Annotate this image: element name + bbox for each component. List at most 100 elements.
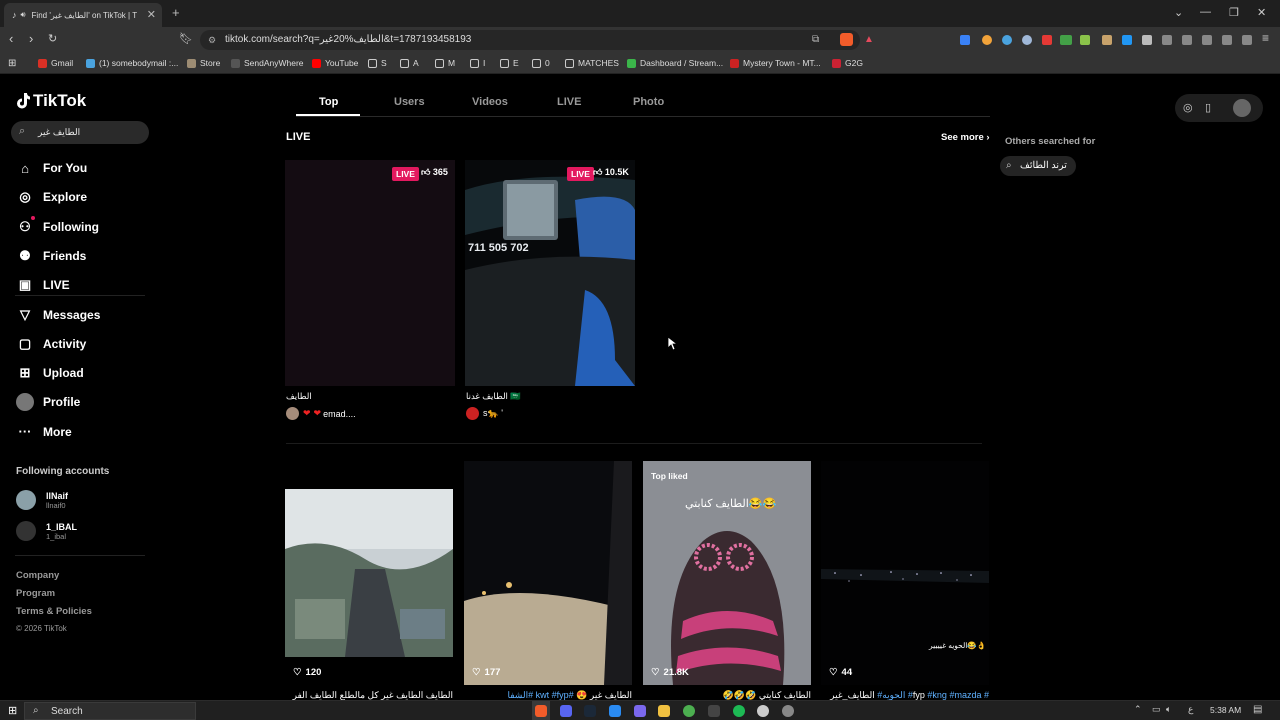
app-taskbar-icon[interactable] xyxy=(708,705,720,717)
bookmarks-bar: ⊞ Gmail (1) somebodymail :... Store SendAny… xyxy=(0,52,1280,74)
bookmark-item[interactable]: Mystery Town - MT... xyxy=(730,58,821,68)
nav-item-messages[interactable]: ▽ Messages xyxy=(16,306,100,324)
brave-taskbar-icon[interactable] xyxy=(535,705,547,717)
video-card-4[interactable]: الحويه غيييير😂👌 xyxy=(821,461,989,685)
app-taskbar-icon[interactable] xyxy=(757,705,769,717)
file-explorer-taskbar-icon[interactable] xyxy=(658,705,670,717)
messenger-taskbar-icon[interactable] xyxy=(609,705,621,717)
app-taskbar-icon[interactable] xyxy=(782,705,794,717)
following-account[interactable]: llNaif llnaif0 xyxy=(16,490,68,510)
bookmark-item[interactable]: G2G xyxy=(832,58,863,68)
video-card-2[interactable] xyxy=(464,461,632,685)
video-card-1[interactable] xyxy=(285,489,453,657)
live-user-2[interactable]: s🐆 ' xyxy=(466,407,503,420)
browser-tab[interactable]: ♪ 🔊︎ Find 'الطايف غير' on TikTok | T ✕ xyxy=(4,3,162,27)
footer-link[interactable]: Company xyxy=(16,570,59,581)
live-username: s🐆 ' xyxy=(483,408,503,418)
notification-icon[interactable]: ▤ xyxy=(1253,704,1262,715)
windows-start-icon[interactable]: ⊞ xyxy=(8,704,17,717)
heart-outline-icon: ♡ xyxy=(829,667,838,678)
live-user-1[interactable]: ❤ ❤ emad.... xyxy=(286,407,356,420)
nav-item-live[interactable]: ▣ LIVE xyxy=(16,276,70,294)
nav-item-friends[interactable]: ⚉ Friends xyxy=(16,247,86,265)
tab-videos[interactable]: Videos xyxy=(472,96,508,108)
nav-item-profile[interactable]: Profile xyxy=(16,393,80,412)
bookmark-item[interactable]: MATCHES xyxy=(565,58,619,68)
compass-icon[interactable]: ◎ xyxy=(1183,101,1193,114)
bookmark-item[interactable]: M xyxy=(435,58,455,68)
bookmark-icon[interactable]: 🔖︎ xyxy=(179,32,193,45)
others-searched-chip[interactable]: ⌕ ترند الطائف xyxy=(1000,156,1076,176)
close-window-button[interactable]: ✕ xyxy=(1257,6,1266,19)
bookmark-label: A xyxy=(413,58,419,68)
following-account[interactable]: 1_IBAL 1_ibal xyxy=(16,521,77,541)
bookmark-favicon-icon xyxy=(38,58,47,68)
search-input[interactable]: الطايف غير xyxy=(38,127,80,138)
close-tab-icon[interactable]: ✕ xyxy=(147,8,156,21)
user-avatar[interactable] xyxy=(1233,99,1251,117)
bookmark-item[interactable]: A xyxy=(400,58,419,68)
network-icon[interactable]: ▭ xyxy=(1152,704,1161,715)
steam-taskbar-icon[interactable] xyxy=(584,705,596,717)
url-bar[interactable]: ⚙︎ tiktok.com/search?q=الطايف%20غير&t=17… xyxy=(200,30,874,50)
input-language[interactable]: ع xyxy=(1188,704,1193,715)
site-info-icon[interactable]: ⚙︎ xyxy=(208,30,216,50)
brave-rewards-icon[interactable]: ▲ xyxy=(864,30,874,50)
chrome-taskbar-icon[interactable] xyxy=(683,705,695,717)
heart-icon: ❤ xyxy=(303,408,311,418)
volume-icon[interactable]: 🔈︎ xyxy=(1166,704,1171,715)
app-taskbar-icon[interactable] xyxy=(634,705,646,717)
live-card-1[interactable]: LIVE 👍︎ 365 xyxy=(285,160,455,386)
reload-icon[interactable]: ↻ xyxy=(48,32,57,45)
extension-icons[interactable] xyxy=(960,34,1260,48)
tab-search-icon[interactable]: ⌄ xyxy=(1174,6,1183,19)
bookmark-item[interactable]: Dashboard / Stream... xyxy=(627,58,723,68)
nav-item-more[interactable]: ··· More xyxy=(16,423,72,441)
new-tab-button[interactable]: + xyxy=(172,5,180,20)
bookmark-item[interactable]: S xyxy=(368,58,387,68)
upload-icon: ⊞ xyxy=(19,365,31,381)
nav-item-upload[interactable]: ⊞ Upload xyxy=(16,364,84,382)
discord-taskbar-icon[interactable] xyxy=(560,705,572,717)
nav-item-following[interactable]: ⚇ Following xyxy=(16,215,99,236)
bookmark-item[interactable]: (1) somebodymail :... xyxy=(86,58,178,68)
apps-grid-icon[interactable]: ⊞ xyxy=(8,58,16,69)
tab-audio-icon[interactable]: 🔊︎ xyxy=(21,10,26,20)
bookmark-item[interactable]: YouTube xyxy=(312,58,358,68)
bookmark-item[interactable]: Store xyxy=(187,58,220,68)
tiktok-logo[interactable]: TikTok xyxy=(16,91,86,111)
bookmark-item[interactable]: I xyxy=(470,58,485,68)
device-icon[interactable]: ▯ xyxy=(1205,101,1211,114)
spotify-taskbar-icon[interactable] xyxy=(733,705,745,717)
nav-item-for-you[interactable]: ⌂ For You xyxy=(16,159,87,177)
tab-photo[interactable]: Photo xyxy=(633,96,664,108)
clock[interactable]: 5:38 AM xyxy=(1210,705,1241,715)
tab-live[interactable]: LIVE xyxy=(557,96,581,108)
bookmark-item[interactable]: E xyxy=(500,58,519,68)
tab-users[interactable]: Users xyxy=(394,96,425,108)
taskbar-search[interactable]: ⌕ Search xyxy=(24,702,196,720)
search-box[interactable]: ⌕ الطايف غير xyxy=(11,121,149,144)
share-icon[interactable]: ⧉ xyxy=(812,30,819,50)
footer-link[interactable]: Terms & Policies xyxy=(16,606,92,617)
footer-link[interactable]: Program xyxy=(16,588,55,599)
restore-button[interactable]: ❐ xyxy=(1229,6,1239,19)
live-likes: 👍︎ 10.5K xyxy=(593,167,629,177)
see-more-link[interactable]: See more › xyxy=(941,132,990,143)
nav-item-explore[interactable]: ◎ Explore xyxy=(16,188,87,206)
tab-top[interactable]: Top xyxy=(319,96,338,108)
tray-chevron-icon[interactable]: ⌃ xyxy=(1134,704,1142,715)
video-overlay-text: الطايف كنابتي😂😂 xyxy=(685,498,777,510)
browser-menu-icon[interactable]: ≡ xyxy=(1262,31,1269,45)
brave-shield-icon[interactable] xyxy=(840,33,853,46)
bookmark-item[interactable]: Gmail xyxy=(38,58,73,68)
back-icon[interactable]: ‹ xyxy=(9,31,13,46)
forward-icon[interactable]: › xyxy=(29,31,33,46)
bookmark-item[interactable]: SendAnyWhere xyxy=(231,58,304,68)
nav-item-activity[interactable]: ▢ Activity xyxy=(16,335,87,353)
live-card-2[interactable]: 711 505 702 LIVE 👍︎ 10.5K xyxy=(465,160,635,386)
bookmark-item[interactable]: 0 xyxy=(532,58,550,68)
live-icon: ▣ xyxy=(18,277,32,293)
video-card-3[interactable]: Top liked الطايف كنابتي😂😂 xyxy=(643,461,811,685)
minimize-button[interactable]: — xyxy=(1200,6,1211,18)
